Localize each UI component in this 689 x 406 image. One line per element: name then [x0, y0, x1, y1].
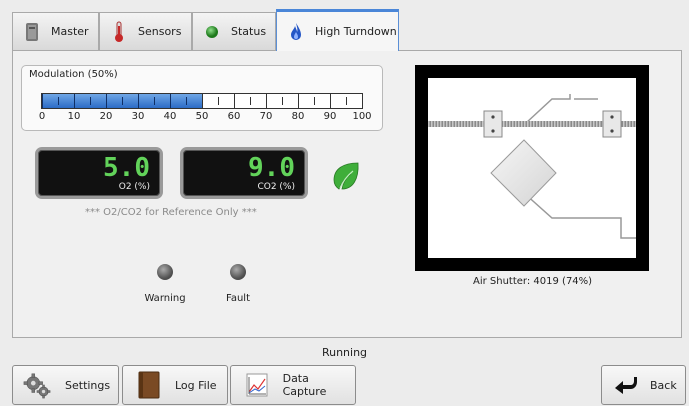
- tab-high-turndown[interactable]: High Turndown: [276, 9, 399, 51]
- modulation-tick: [170, 94, 171, 108]
- o2-value: 5.0: [103, 153, 150, 183]
- modulation-tick: [314, 97, 315, 105]
- data-capture-button[interactable]: Data Capture: [230, 365, 356, 405]
- modulation-tick-label: 60: [227, 111, 241, 122]
- modulation-tick: [298, 94, 299, 108]
- leaf-icon: [331, 161, 361, 194]
- modulation-box: Modulation (50%) 0 10 20 30 40 50 60 70 80 90 100: [21, 65, 383, 131]
- modulation-tick: [138, 94, 139, 108]
- data-capture-label: Data Capture: [282, 372, 327, 398]
- modulation-bar: [41, 93, 363, 109]
- modulation-tick-label: 80: [291, 111, 305, 122]
- tab-label: Sensors: [138, 25, 182, 38]
- modulation-title: Modulation (50%): [29, 69, 118, 80]
- tab-status[interactable]: Status: [192, 12, 276, 50]
- modulation-tick-label: 50: [195, 111, 209, 122]
- tab-label: Master: [51, 25, 89, 38]
- modulation-tick: [330, 94, 331, 108]
- modulation-tick: [42, 94, 43, 108]
- co2-value: 9.0: [248, 153, 295, 183]
- thermometer-icon: [110, 21, 128, 43]
- modulation-tick-label: 40: [163, 111, 177, 122]
- status-text: Running: [321, 346, 368, 359]
- tab-bar: Master Sensors Status High Turndown: [12, 9, 682, 51]
- modulation-tick: [234, 94, 235, 108]
- tab-master[interactable]: Master: [12, 12, 99, 50]
- tab-label: High Turndown: [315, 25, 397, 38]
- high-turndown-panel: Modulation (50%) 0 10 20 30 40 50 60 70 80 90 100 …: [12, 50, 682, 338]
- flame-icon: [287, 21, 305, 43]
- modulation-tick-label: 30: [131, 111, 145, 122]
- modulation-tick-label: 90: [323, 111, 337, 122]
- settings-label: Settings: [65, 378, 111, 392]
- modulation-tick-label: 70: [259, 111, 273, 122]
- air-shutter-view: [428, 78, 636, 258]
- fault-indicator: [230, 264, 246, 280]
- modulation-tick: [74, 94, 75, 108]
- modulation-tick: [218, 97, 219, 105]
- modulation-tick-label: 10: [67, 111, 81, 122]
- status-led-icon: [203, 21, 221, 43]
- settings-button[interactable]: Settings: [12, 365, 119, 405]
- modulation-tick: [154, 97, 155, 105]
- modulation-tick: [266, 94, 267, 108]
- modulation-tick-label: 20: [99, 111, 113, 122]
- book-icon: [135, 371, 163, 399]
- modulation-tick: [186, 97, 187, 105]
- co2-readout: 9.0 CO2 (%): [180, 147, 308, 199]
- modulation-tick: [250, 97, 251, 105]
- back-button[interactable]: Back: [601, 365, 686, 405]
- air-shutter-label: Air Shutter: 4019 (74%): [473, 276, 593, 287]
- modulation-tick: [58, 97, 59, 105]
- modulation-tick: [346, 97, 347, 105]
- o2-readout: 5.0 O2 (%): [35, 147, 163, 199]
- shutter-diamond: [490, 139, 557, 207]
- tab-label: Status: [231, 25, 267, 38]
- back-label: Back: [650, 378, 677, 392]
- modulation-tick: [282, 97, 283, 105]
- right-bearing-block: [602, 110, 622, 138]
- air-shutter-diagram: [415, 65, 649, 271]
- fault-label: Fault: [226, 293, 250, 304]
- modulation-tick-label: 0: [38, 111, 46, 122]
- gears-icon: [23, 371, 51, 399]
- tab-sensors[interactable]: Sensors: [99, 12, 192, 50]
- modulation-tick: [122, 97, 123, 105]
- reference-note: *** O2/CO2 for Reference Only ***: [85, 207, 257, 218]
- log-file-label: Log File: [175, 378, 217, 392]
- modulation-tick: [106, 94, 107, 108]
- left-bearing-block: [483, 110, 503, 138]
- back-arrow-icon: [612, 371, 640, 399]
- o2-unit: O2 (%): [118, 182, 150, 192]
- modulation-tick: [202, 94, 203, 108]
- warning-indicator: [157, 264, 173, 280]
- warning-label: Warning: [144, 293, 186, 304]
- log-file-button[interactable]: Log File: [122, 365, 228, 405]
- server-icon: [23, 21, 41, 43]
- co2-unit: CO2 (%): [257, 182, 295, 192]
- chart-icon: [243, 371, 271, 399]
- modulation-tick-label: 100: [352, 111, 372, 122]
- modulation-tick: [90, 97, 91, 105]
- modulation-tick: [362, 94, 363, 108]
